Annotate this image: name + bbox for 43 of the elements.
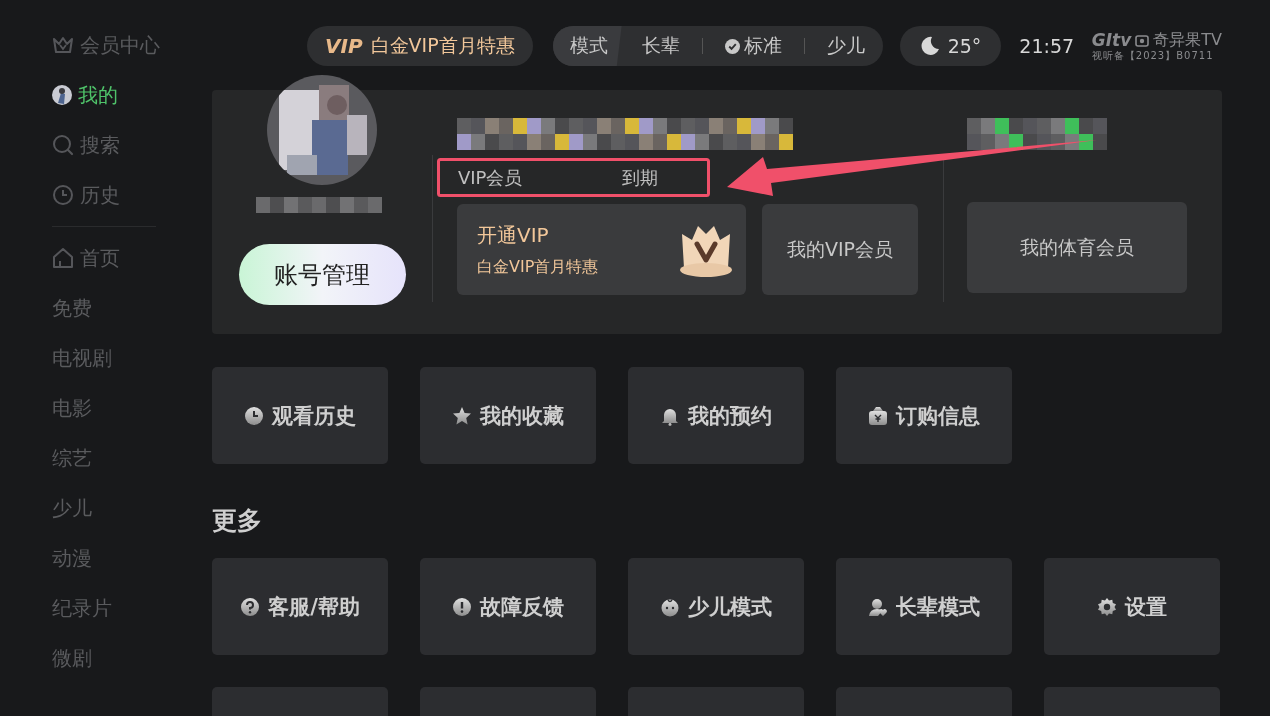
weather-button[interactable]: 25° [899, 26, 1002, 66]
mode-option[interactable]: 长辈 [641, 33, 680, 59]
section-title: 更多 [212, 505, 263, 534]
license-text: 视听备【2023】B0711 [1091, 50, 1214, 61]
open-vip-button[interactable]: 开通VIP 白金VIP首月特惠 [457, 204, 746, 295]
menu-tile[interactable]: 故障反馈 [420, 558, 596, 655]
menu-tile[interactable]: 长辈模式 [836, 558, 1012, 655]
home-icon [52, 247, 74, 269]
wallet-icon [868, 405, 888, 426]
open-vip-subtitle: 白金VIP首月特惠 [477, 256, 599, 278]
moon-icon [919, 36, 940, 56]
open-vip-title: 开通VIP [477, 221, 549, 249]
star-icon [452, 405, 472, 426]
sports-vip-button[interactable]: 我的体育会员 [967, 202, 1187, 293]
menu-tile[interactable]: 少儿模式 [628, 558, 804, 655]
gear-icon [1097, 596, 1117, 617]
vip-promo-button[interactable]: VIP 白金VIP首月特惠 [307, 26, 533, 66]
menu-tile[interactable]: 我的预约 [628, 367, 804, 464]
menu-tile[interactable]: 设置 [1044, 558, 1220, 655]
menu-tile[interactable]: 观看历史 [212, 367, 388, 464]
clock-icon [244, 405, 264, 426]
sidebar-item[interactable]: 我的 [52, 70, 212, 120]
alert-icon [452, 596, 472, 617]
person-heart-icon [868, 596, 888, 617]
avatar-icon [52, 85, 72, 105]
clock-icon [52, 184, 74, 206]
vip-status-text: VIP会员 到期 [458, 166, 659, 190]
logo-text: GItv [1091, 31, 1132, 49]
mode-option[interactable]: 少儿 [826, 33, 865, 59]
mode-option[interactable]: 标准 [724, 33, 782, 59]
check-icon [724, 38, 740, 54]
help-icon [240, 596, 261, 617]
account-button[interactable]: 账号管理 [238, 244, 406, 305]
crown-icon [52, 35, 74, 55]
logo-name: 奇异果TV [1153, 32, 1222, 48]
menu-tile[interactable]: 客服/帮助 [212, 558, 388, 655]
menu-tile[interactable]: 我的收藏 [420, 367, 596, 464]
search-icon [52, 134, 74, 156]
camera-icon [1135, 33, 1150, 47]
clock-time: 21:57 [1019, 35, 1075, 57]
my-vip-button[interactable]: 我的VIP会员 [762, 204, 918, 295]
menu-tile[interactable]: 订购信息 [836, 367, 1012, 464]
mode-label: 模式 [552, 26, 622, 66]
